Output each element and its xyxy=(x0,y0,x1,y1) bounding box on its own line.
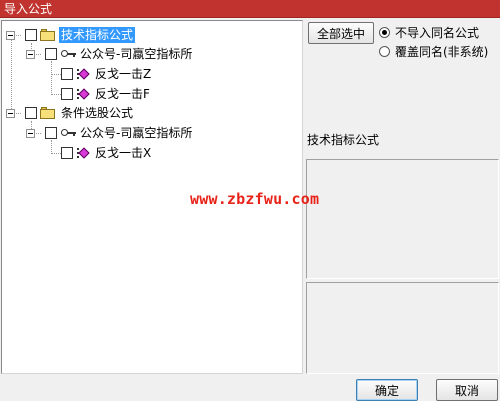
radio-indicator[interactable] xyxy=(379,46,390,57)
watermark-text: www.zbzfwu.com xyxy=(190,190,320,208)
collapse-icon[interactable] xyxy=(6,108,15,118)
select-all-button[interactable]: 全部选中 xyxy=(308,22,374,44)
folder-icon xyxy=(40,29,56,41)
window-title: 导入公式 xyxy=(4,2,53,16)
folder-icon xyxy=(40,107,56,119)
formula-icon xyxy=(77,146,91,160)
tree-subgroup-technical[interactable]: 公众号-司蠃空指标所 xyxy=(26,45,194,63)
detail-panel xyxy=(306,282,499,374)
section-label: 技术指标公式 xyxy=(307,133,380,147)
key-icon xyxy=(61,49,76,59)
tree-group-label[interactable]: 条件选股公式 xyxy=(59,105,135,121)
item-checkbox[interactable] xyxy=(61,68,73,80)
tree-subgroup-stock-selection[interactable]: 公众号-司蠃空指标所 xyxy=(26,124,194,142)
tree-item-label[interactable]: 反戈一击X xyxy=(93,145,153,161)
title-bar[interactable]: 导入公式 xyxy=(0,0,500,18)
formula-icon xyxy=(77,87,91,101)
subgroup-checkbox[interactable] xyxy=(45,127,57,139)
tree-group-label[interactable]: 技术指标公式 xyxy=(59,27,136,43)
ok-button[interactable]: 确定 xyxy=(356,379,418,401)
formula-icon xyxy=(77,67,91,81)
import-formula-dialog: 技术指标公式 公众号-司蠃空指标所 反戈一击Z 反戈一击F 条件选股公式 公众号… xyxy=(0,18,500,401)
group-checkbox[interactable] xyxy=(25,107,37,119)
tree-item-x[interactable]: 反戈一击X xyxy=(61,144,153,162)
collapse-icon[interactable] xyxy=(6,30,15,40)
radio-label: 覆盖同名(非系统) xyxy=(395,45,489,59)
radio-overwrite-duplicates[interactable]: 覆盖同名(非系统) xyxy=(379,43,488,60)
tree-item-label[interactable]: 反戈一击F xyxy=(93,86,152,102)
subgroup-checkbox[interactable] xyxy=(45,48,57,60)
tree-group-technical[interactable]: 技术指标公式 xyxy=(6,26,136,44)
tree-subgroup-label[interactable]: 公众号-司蠃空指标所 xyxy=(78,125,194,141)
radio-label: 不导入同名公式 xyxy=(395,26,480,40)
group-checkbox[interactable] xyxy=(25,29,37,41)
tree-item-label[interactable]: 反戈一击Z xyxy=(93,66,153,82)
key-icon xyxy=(61,128,76,138)
tree-item-f[interactable]: 反戈一击F xyxy=(61,85,152,103)
collapse-icon[interactable] xyxy=(26,128,35,138)
radio-indicator[interactable] xyxy=(379,27,390,38)
radio-skip-duplicates[interactable]: 不导入同名公式 xyxy=(379,24,479,41)
tree-subgroup-label[interactable]: 公众号-司蠃空指标所 xyxy=(78,46,194,62)
item-checkbox[interactable] xyxy=(61,147,73,159)
collapse-icon[interactable] xyxy=(26,49,35,59)
cancel-button[interactable]: 取消 xyxy=(436,379,498,401)
tree-group-stock-selection[interactable]: 条件选股公式 xyxy=(6,104,135,122)
tree-item-z[interactable]: 反戈一击Z xyxy=(61,65,153,83)
description-panel xyxy=(306,159,499,279)
item-checkbox[interactable] xyxy=(61,88,73,100)
